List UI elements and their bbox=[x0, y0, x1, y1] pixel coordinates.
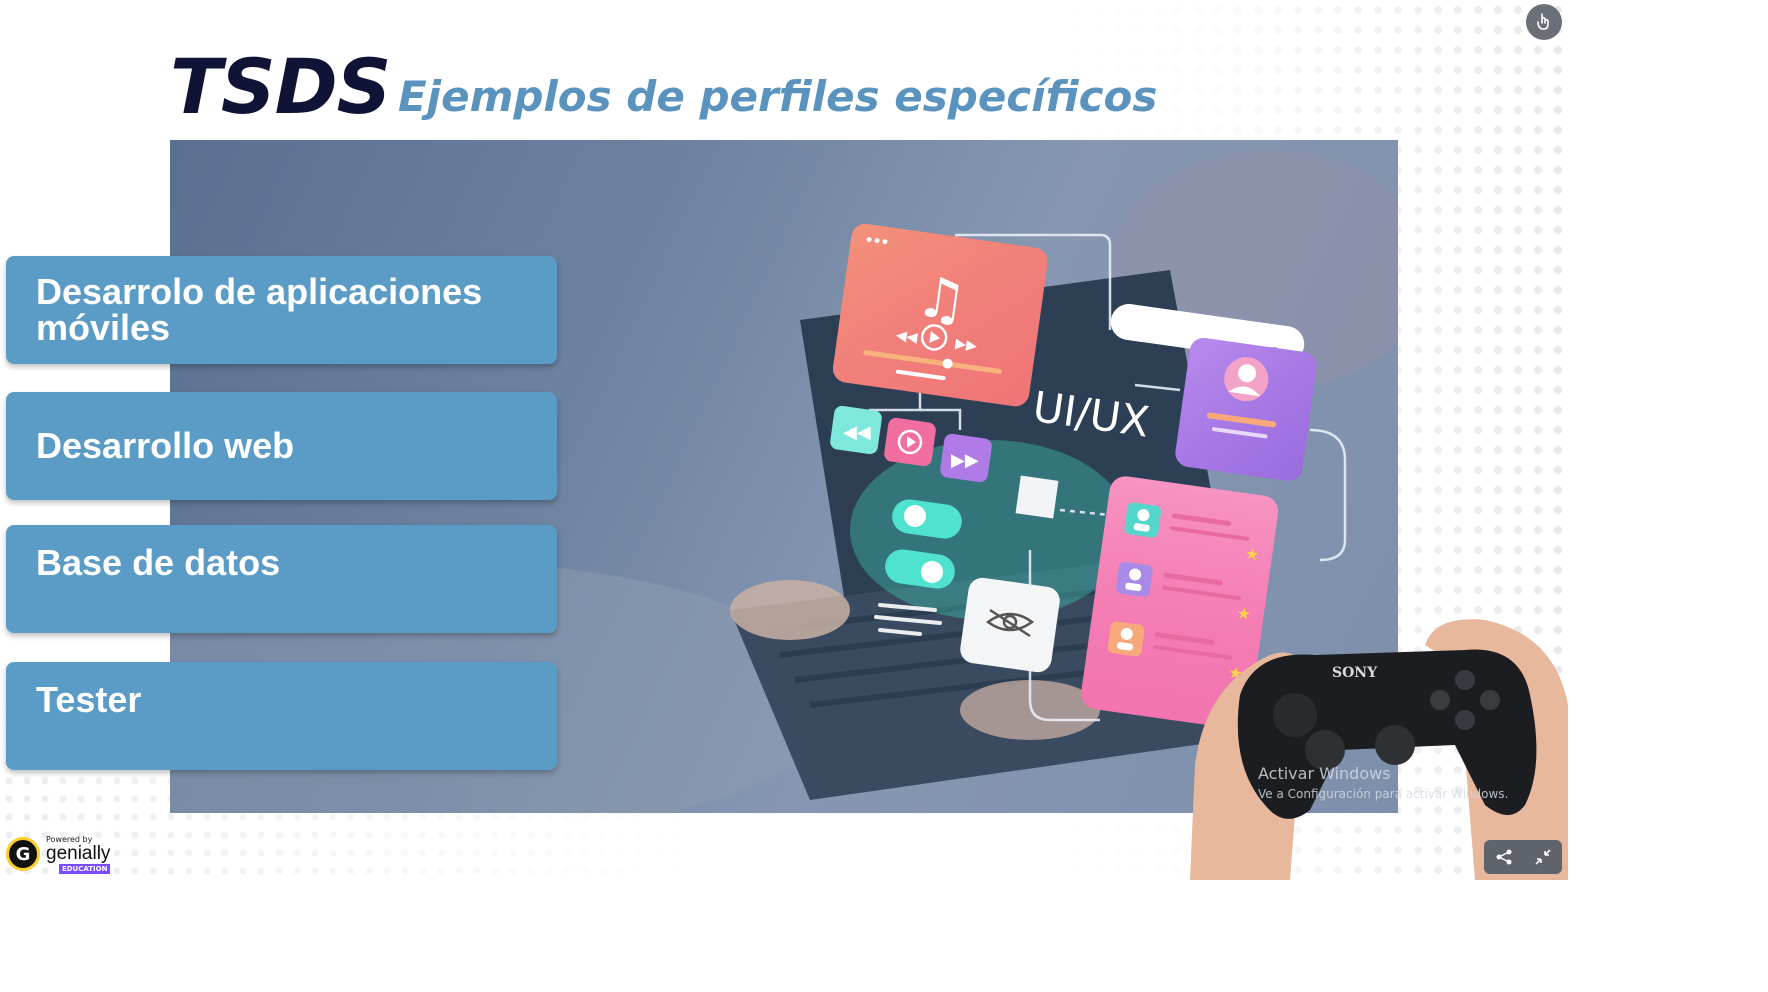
touch-icon bbox=[1537, 13, 1549, 30]
card-mobile-development[interactable]: Desarrolo de aplicaciones móviles bbox=[6, 256, 557, 364]
share-icon[interactable] bbox=[1495, 848, 1513, 866]
title-brand: TSDS bbox=[170, 42, 391, 131]
card-tester-label: Tester bbox=[36, 679, 142, 720]
genially-brand-label: genially bbox=[46, 842, 111, 864]
genially-logo-icon: G bbox=[6, 837, 40, 871]
collapse-icon[interactable] bbox=[1534, 848, 1552, 866]
svg-text:★: ★ bbox=[1244, 544, 1261, 565]
watermark-line2: Ve a Configuración para activar Windows. bbox=[1258, 787, 1509, 801]
genially-badge[interactable]: G Powered by genially EDUCATION bbox=[6, 834, 111, 874]
card-databases[interactable]: Base de datos bbox=[6, 525, 557, 633]
bottom-controls bbox=[1484, 840, 1562, 874]
svg-text:◀◀: ◀◀ bbox=[895, 327, 919, 346]
forward-icon: ▶▶ bbox=[951, 450, 979, 471]
touch-button[interactable] bbox=[1526, 4, 1562, 40]
card-mobile-line1: Desarrolo de aplicaciones bbox=[36, 271, 483, 312]
music-note-icon: ♫ bbox=[912, 264, 971, 335]
controller-brand: SONY bbox=[1332, 665, 1378, 681]
card-tester[interactable]: Tester bbox=[6, 662, 557, 770]
music-card: ♫ ◀◀ ▶▶ bbox=[832, 223, 1048, 407]
education-badge: EDUCATION bbox=[58, 863, 111, 874]
svg-text:▶▶: ▶▶ bbox=[954, 336, 978, 355]
watermark-line1: Activar Windows bbox=[1258, 764, 1391, 783]
card-databases-label: Base de datos bbox=[36, 542, 281, 583]
windows-activation-watermark: Activar Windows Ve a Configuración para … bbox=[1258, 764, 1508, 801]
rewind-icon: ◀◀ bbox=[843, 422, 871, 443]
card-mobile-line2: móviles bbox=[36, 307, 171, 348]
card-web-development[interactable]: Desarrollo web bbox=[6, 392, 557, 500]
title-subtitle: Ejemplos de perfiles específicos bbox=[398, 72, 1158, 121]
card-web-label: Desarrollo web bbox=[36, 425, 295, 466]
